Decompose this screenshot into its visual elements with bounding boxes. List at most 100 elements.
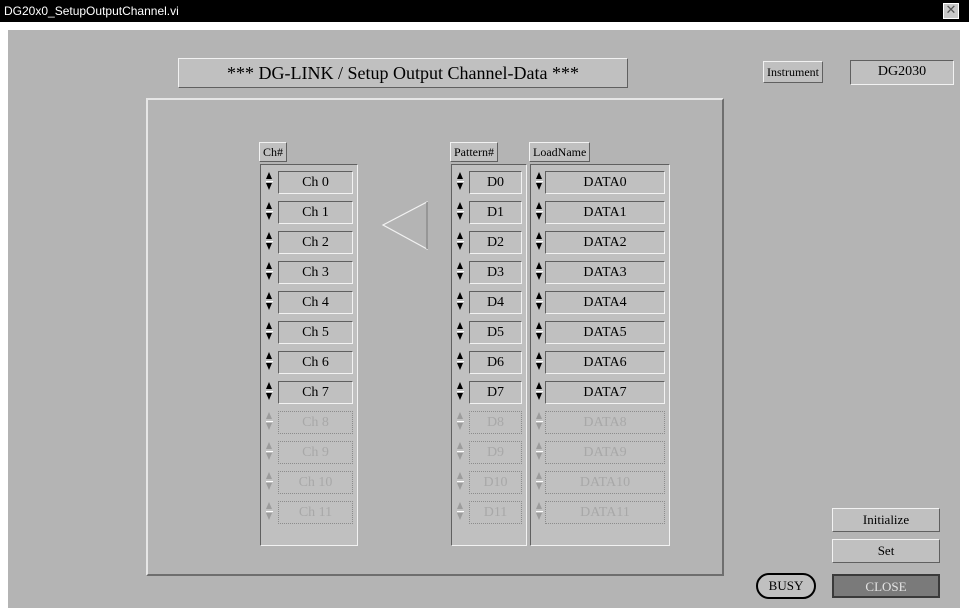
channel-value[interactable]: Ch 10: [278, 471, 353, 494]
pattern-value[interactable]: D2: [469, 231, 522, 254]
channel-row: Ch 7: [263, 377, 355, 407]
pattern-array: D0 D1 D2 D3 D4 D5 D6 D7 D8 D9 D10 D11: [451, 164, 527, 546]
channel-spinner-icon[interactable]: [265, 441, 274, 464]
pattern-spinner-icon[interactable]: [456, 351, 465, 374]
front-panel: *** DG-LINK / Setup Output Channel-Data …: [8, 30, 960, 608]
pattern-value[interactable]: D5: [469, 321, 522, 344]
loadname-spinner-icon[interactable]: [535, 411, 544, 434]
pattern-value[interactable]: D3: [469, 261, 522, 284]
pattern-value[interactable]: D10: [469, 471, 522, 494]
channel-spinner-icon[interactable]: [265, 171, 274, 194]
pattern-row: D2: [454, 227, 524, 257]
channel-spinner-icon[interactable]: [265, 411, 274, 434]
pattern-spinner-icon[interactable]: [456, 321, 465, 344]
pattern-spinner-icon[interactable]: [456, 231, 465, 254]
loadname-spinner-icon[interactable]: [535, 261, 544, 284]
channel-value[interactable]: Ch 4: [278, 291, 353, 314]
pattern-spinner-icon[interactable]: [456, 171, 465, 194]
loadname-row: DATA4: [533, 287, 667, 317]
loadname-value[interactable]: DATA5: [545, 321, 665, 344]
pattern-value[interactable]: D1: [469, 201, 522, 224]
loadname-row: DATA9: [533, 437, 667, 467]
window-close-icon[interactable]: ✕: [943, 3, 959, 19]
loadname-value[interactable]: DATA4: [545, 291, 665, 314]
set-button[interactable]: Set: [832, 539, 940, 563]
channel-value[interactable]: Ch 9: [278, 441, 353, 464]
channel-value[interactable]: Ch 7: [278, 381, 353, 404]
loadname-value[interactable]: DATA7: [545, 381, 665, 404]
loadname-array: DATA0 DATA1 DATA2 DATA3 DATA4 DATA5 DATA6 DATA7…: [530, 164, 670, 546]
loadname-spinner-icon[interactable]: [535, 291, 544, 314]
pattern-value[interactable]: D6: [469, 351, 522, 374]
left-triangle-icon: [381, 201, 428, 251]
window-title-bar: DG20x0_SetupOutputChannel.vi ✕: [0, 0, 969, 22]
pattern-row: D10: [454, 467, 524, 497]
loadname-spinner-icon[interactable]: [535, 471, 544, 494]
initialize-button[interactable]: Initialize: [832, 508, 940, 532]
pattern-spinner-icon[interactable]: [456, 411, 465, 434]
loadname-row: DATA7: [533, 377, 667, 407]
pattern-value[interactable]: D11: [469, 501, 522, 524]
pattern-row: D5: [454, 317, 524, 347]
instrument-label: Instrument: [763, 61, 823, 83]
channel-value[interactable]: Ch 6: [278, 351, 353, 374]
pattern-row: D3: [454, 257, 524, 287]
channel-spinner-icon[interactable]: [265, 351, 274, 374]
channel-value[interactable]: Ch 11: [278, 501, 353, 524]
loadname-spinner-icon[interactable]: [535, 321, 544, 344]
pattern-spinner-icon[interactable]: [456, 381, 465, 404]
channel-value[interactable]: Ch 5: [278, 321, 353, 344]
loadname-spinner-icon[interactable]: [535, 441, 544, 464]
loadname-value[interactable]: DATA2: [545, 231, 665, 254]
channel-spinner-icon[interactable]: [265, 501, 274, 524]
loadname-value[interactable]: DATA11: [545, 501, 665, 524]
channel-value[interactable]: Ch 2: [278, 231, 353, 254]
channel-row: Ch 4: [263, 287, 355, 317]
channel-value[interactable]: Ch 8: [278, 411, 353, 434]
channel-array: Ch 0 Ch 1 Ch 2 Ch 3 Ch 4 Ch 5 Ch 6 Ch 7 Ch 8 Ch 9…: [260, 164, 358, 546]
loadname-row: DATA10: [533, 467, 667, 497]
channel-value[interactable]: Ch 1: [278, 201, 353, 224]
pattern-row: D11: [454, 497, 524, 527]
loadname-value[interactable]: DATA3: [545, 261, 665, 284]
loadname-value[interactable]: DATA9: [545, 441, 665, 464]
pattern-value[interactable]: D4: [469, 291, 522, 314]
loadname-spinner-icon[interactable]: [535, 381, 544, 404]
pattern-spinner-icon[interactable]: [456, 471, 465, 494]
loadname-spinner-icon[interactable]: [535, 201, 544, 224]
loadname-value[interactable]: DATA1: [545, 201, 665, 224]
loadname-value[interactable]: DATA8: [545, 411, 665, 434]
channel-spinner-icon[interactable]: [265, 231, 274, 254]
channel-spinner-icon[interactable]: [265, 291, 274, 314]
loadname-spinner-icon[interactable]: [535, 171, 544, 194]
pattern-spinner-icon[interactable]: [456, 441, 465, 464]
channel-value[interactable]: Ch 0: [278, 171, 353, 194]
pattern-spinner-icon[interactable]: [456, 261, 465, 284]
channel-spinner-icon[interactable]: [265, 321, 274, 344]
channel-row: Ch 2: [263, 227, 355, 257]
channel-spinner-icon[interactable]: [265, 201, 274, 224]
pattern-spinner-icon[interactable]: [456, 501, 465, 524]
loadname-spinner-icon[interactable]: [535, 231, 544, 254]
channel-value[interactable]: Ch 3: [278, 261, 353, 284]
channel-spinner-icon[interactable]: [265, 261, 274, 284]
pattern-row: D0: [454, 167, 524, 197]
pattern-value[interactable]: D7: [469, 381, 522, 404]
loadname-column-header: LoadName: [529, 142, 591, 162]
pattern-row: D6: [454, 347, 524, 377]
loadname-spinner-icon[interactable]: [535, 501, 544, 524]
channel-row: Ch 5: [263, 317, 355, 347]
close-button[interactable]: CLOSE: [832, 574, 940, 598]
loadname-value[interactable]: DATA0: [545, 171, 665, 194]
pattern-value[interactable]: D9: [469, 441, 522, 464]
loadname-row: DATA2: [533, 227, 667, 257]
pattern-value[interactable]: D0: [469, 171, 522, 194]
loadname-value[interactable]: DATA6: [545, 351, 665, 374]
channel-spinner-icon[interactable]: [265, 471, 274, 494]
pattern-value[interactable]: D8: [469, 411, 522, 434]
loadname-value[interactable]: DATA10: [545, 471, 665, 494]
pattern-spinner-icon[interactable]: [456, 201, 465, 224]
pattern-spinner-icon[interactable]: [456, 291, 465, 314]
channel-spinner-icon[interactable]: [265, 381, 274, 404]
loadname-spinner-icon[interactable]: [535, 351, 544, 374]
